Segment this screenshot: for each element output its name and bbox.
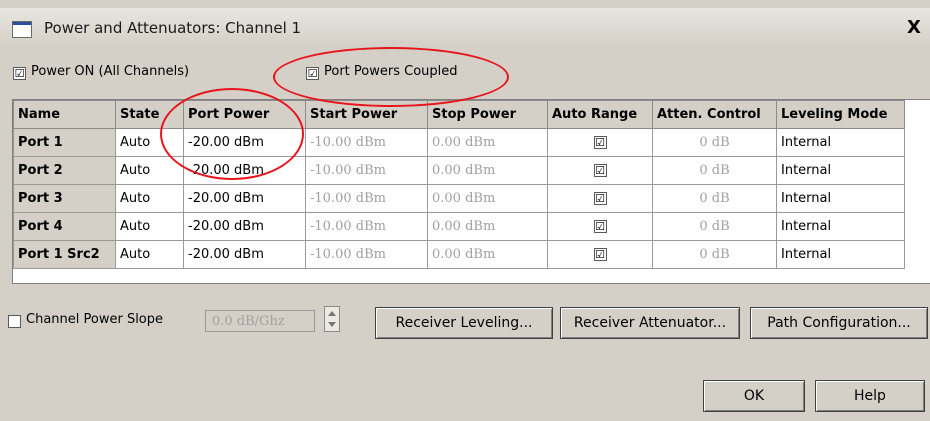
- header-start-power: Start Power: [305, 100, 428, 129]
- row-name-cell: Port 1: [13, 128, 116, 157]
- start-power-cell: -10.00 dBm: [305, 156, 428, 185]
- table-row: Port 1 Auto -20.00 dBm -10.00 dBm 0.00 d…: [13, 128, 905, 157]
- leveling-mode-cell[interactable]: Internal: [776, 156, 905, 185]
- port-power-cell[interactable]: -20.00 dBm: [183, 240, 306, 269]
- state-cell[interactable]: Auto: [115, 156, 184, 185]
- table-row: Port 4 Auto -20.00 dBm -10.00 dBm 0.00 d…: [13, 212, 905, 241]
- start-power-cell: -10.00 dBm: [305, 128, 428, 157]
- spinner-down-arrow-icon[interactable]: [328, 322, 336, 327]
- power-on-checkbox[interactable]: ☑: [13, 67, 26, 80]
- start-power-cell: -10.00 dBm: [305, 240, 428, 269]
- stop-power-cell: 0.00 dBm: [427, 184, 548, 213]
- header-auto-range: Auto Range: [547, 100, 653, 129]
- auto-range-cell: ☑: [547, 128, 653, 157]
- leveling-mode-cell[interactable]: Internal: [776, 128, 905, 157]
- table-row: Port 3 Auto -20.00 dBm -10.00 dBm 0.00 d…: [13, 184, 905, 213]
- auto-range-checkbox[interactable]: ☑: [593, 164, 607, 177]
- power-on-label-text: Power ON (All Channels): [31, 64, 190, 79]
- leveling-mode-cell[interactable]: Internal: [776, 212, 905, 241]
- auto-range-checkbox[interactable]: ☑: [593, 136, 607, 149]
- header-port-power: Port Power: [183, 100, 306, 129]
- port-power-grid: Name State Port Power Start Power Stop P…: [12, 99, 930, 284]
- stop-power-cell: 0.00 dBm: [427, 156, 548, 185]
- port-power-cell[interactable]: -20.00 dBm: [183, 184, 306, 213]
- auto-range-checkbox[interactable]: ☑: [593, 248, 607, 261]
- power-attenuators-dialog: Power and Attenuators: Channel 1 X ☑ Pow…: [0, 0, 930, 421]
- port-powers-coupled-label[interactable]: Port Powers Coupled: [324, 64, 458, 79]
- channel-power-slope-label[interactable]: Channel Power Slope: [26, 312, 163, 327]
- leveling-mode-cell[interactable]: Internal: [776, 184, 905, 213]
- stop-power-cell: 0.00 dBm: [427, 240, 548, 269]
- port-powers-coupled-checkbox[interactable]: ☑: [306, 67, 319, 80]
- atten-control-cell: 0 dB: [652, 184, 777, 213]
- header-leveling-mode: Leveling Mode: [776, 100, 905, 129]
- stop-power-cell: 0.00 dBm: [427, 128, 548, 157]
- receiver-leveling-button[interactable]: Receiver Leveling...: [375, 307, 553, 339]
- port-power-cell[interactable]: -20.00 dBm: [183, 212, 306, 241]
- header-stop-power: Stop Power: [427, 100, 548, 129]
- help-button[interactable]: Help: [815, 380, 925, 412]
- stop-power-cell: 0.00 dBm: [427, 212, 548, 241]
- auto-range-cell: ☑: [547, 184, 653, 213]
- row-name-cell: Port 4: [13, 212, 116, 241]
- title-bar: Power and Attenuators: Channel 1 X: [0, 8, 930, 46]
- atten-control-cell: 0 dB: [652, 156, 777, 185]
- row-name-cell: Port 3: [13, 184, 116, 213]
- spinner-up-arrow-icon[interactable]: [328, 311, 336, 316]
- row-name-cell: Port 2: [13, 156, 116, 185]
- header-atten-control: Atten. Control: [652, 100, 777, 129]
- path-configuration-button[interactable]: Path Configuration...: [750, 307, 928, 339]
- atten-control-cell: 0 dB: [652, 212, 777, 241]
- state-cell[interactable]: Auto: [115, 184, 184, 213]
- port-power-table: Name State Port Power Start Power Stop P…: [13, 100, 905, 269]
- atten-control-cell: 0 dB: [652, 240, 777, 269]
- row-name-cell: Port 1 Src2: [13, 240, 116, 269]
- power-slope-input[interactable]: 0.0 dB/Ghz: [205, 310, 315, 332]
- close-button[interactable]: X: [904, 18, 924, 38]
- state-cell[interactable]: Auto: [115, 212, 184, 241]
- power-on-label[interactable]: Power ON (All Channels): [31, 64, 189, 79]
- start-power-cell: -10.00 dBm: [305, 184, 428, 213]
- auto-range-cell: ☑: [547, 212, 653, 241]
- receiver-attenuator-button[interactable]: Receiver Attenuator...: [560, 307, 740, 339]
- auto-range-cell: ☑: [547, 156, 653, 185]
- port-powers-coupled-label-text: Port Powers Coupled: [324, 64, 458, 79]
- auto-range-cell: ☑: [547, 240, 653, 269]
- header-state: State: [115, 100, 184, 129]
- window-icon: [12, 21, 32, 38]
- state-cell[interactable]: Auto: [115, 128, 184, 157]
- table-row: Port 1 Src2 Auto -20.00 dBm -10.00 dBm 0…: [13, 240, 905, 269]
- channel-power-slope-checkbox[interactable]: [8, 315, 21, 328]
- atten-control-cell: 0 dB: [652, 128, 777, 157]
- port-power-cell[interactable]: -20.00 dBm: [183, 128, 306, 157]
- port-power-cell[interactable]: -20.00 dBm: [183, 156, 306, 185]
- state-cell[interactable]: Auto: [115, 240, 184, 269]
- header-name: Name: [13, 100, 116, 129]
- ok-button[interactable]: OK: [703, 380, 805, 412]
- auto-range-checkbox[interactable]: ☑: [593, 220, 607, 233]
- leveling-mode-cell[interactable]: Internal: [776, 240, 905, 269]
- start-power-cell: -10.00 dBm: [305, 212, 428, 241]
- window-title: Power and Attenuators: Channel 1: [44, 19, 302, 37]
- table-row: Port 2 Auto -20.00 dBm -10.00 dBm 0.00 d…: [13, 156, 905, 185]
- auto-range-checkbox[interactable]: ☑: [593, 192, 607, 205]
- power-slope-spinner[interactable]: [324, 306, 340, 332]
- grid-header-row: Name State Port Power Start Power Stop P…: [13, 100, 905, 129]
